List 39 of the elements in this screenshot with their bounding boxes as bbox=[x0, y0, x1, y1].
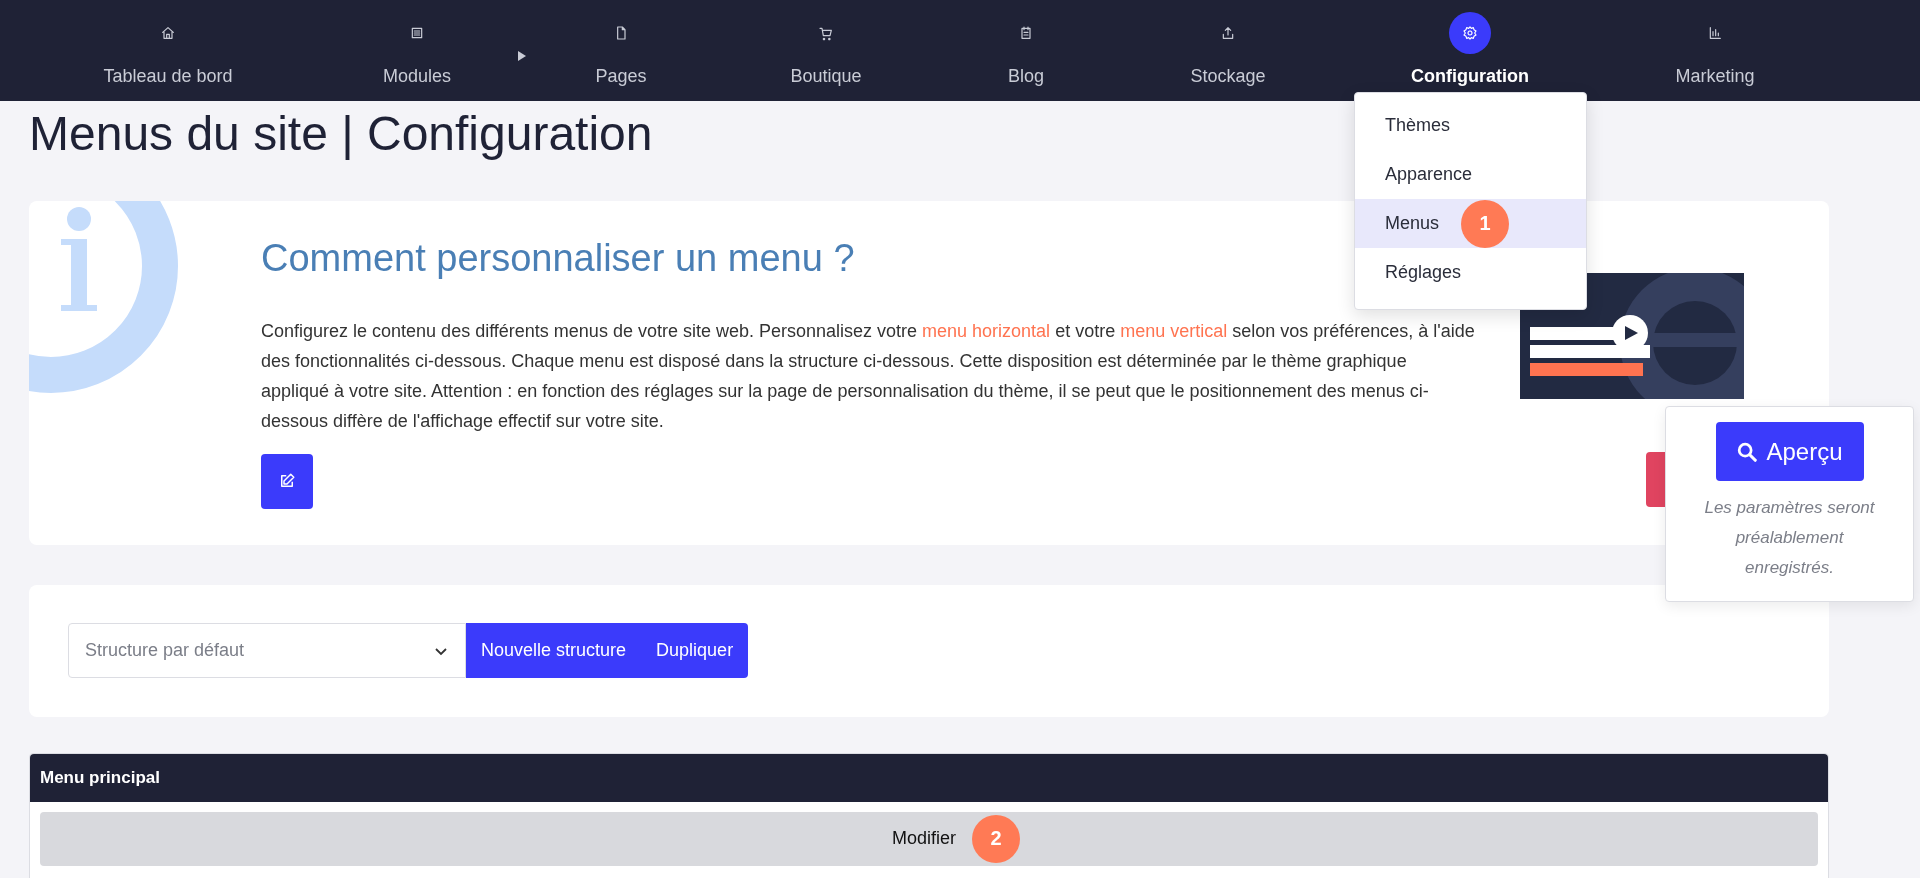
step-badge: 1 bbox=[1461, 199, 1510, 248]
nav-item[interactable]: Blog bbox=[999, 0, 1053, 103]
info-paragraph: Configurez le contenu des différents menus de votre site web. Personnalisez votre menu horizontal et votre menu vertical selon vos préférences, à l'aide des fonctionnalités ci-dessous. Chaque menu est disposé dans la structure ci-dessous. Cette disposition est déterminée par le thème graphique appliqué à votre site. Attention : en fonction des réglages sur la page de personnalisation du thème, il se peut que le positionnement des menus ci-dessous diffère de l'affichage effectif sur votre site. bbox=[261, 319, 1476, 433]
nav-item[interactable]: Marketing bbox=[1669, 0, 1761, 103]
nav-icon bbox=[1707, 25, 1723, 41]
structure-button[interactable]: Dupliquer bbox=[641, 623, 749, 679]
dropdown-item[interactable]: Apparence bbox=[1355, 150, 1586, 199]
nav-icon bbox=[409, 25, 425, 41]
nav-item[interactable]: Modules bbox=[376, 0, 457, 103]
nav-item[interactable]: Configuration bbox=[1405, 0, 1535, 103]
delete-button[interactable] bbox=[1646, 451, 1665, 507]
modify-button[interactable]: Modifier 2 bbox=[40, 811, 1818, 866]
nav-item[interactable]: Stockage bbox=[1184, 0, 1272, 103]
nav-icon bbox=[1018, 25, 1034, 41]
nav-icon bbox=[160, 25, 176, 41]
nav-icon bbox=[818, 25, 834, 41]
nav-icon bbox=[1462, 25, 1478, 41]
dropdown-item[interactable]: Thèmes bbox=[1355, 101, 1586, 150]
dropdown-item[interactable]: Menus 1 bbox=[1355, 199, 1586, 248]
info-title: Comment personnaliser un menu ? bbox=[261, 236, 855, 280]
nav-item[interactable]: Tableau de bord bbox=[97, 0, 239, 103]
dropdown-item[interactable]: Réglages bbox=[1355, 248, 1586, 297]
dropdown-label: Réglages bbox=[1385, 262, 1462, 283]
nav-item[interactable]: Pages bbox=[589, 0, 653, 103]
dropdown-label: Menus bbox=[1385, 213, 1440, 234]
search-icon bbox=[1736, 440, 1759, 463]
menu-panel-title: Menu principal bbox=[40, 767, 160, 788]
nav-item[interactable]: Boutique bbox=[784, 0, 868, 103]
preview-note: Les paramètres seront préalablement enregistrés. bbox=[1703, 497, 1876, 579]
page-title: Menus du site | Configuration bbox=[29, 106, 653, 162]
step-badge: 2 bbox=[972, 814, 1020, 863]
structure-select[interactable]: Structure par défaut bbox=[68, 623, 466, 679]
structure-button[interactable]: Nouvelle structure bbox=[466, 623, 642, 679]
edit-button[interactable] bbox=[261, 453, 313, 509]
dropdown-label: Thèmes bbox=[1385, 115, 1451, 136]
nav-icon bbox=[1220, 25, 1236, 41]
caret-icon bbox=[518, 51, 526, 61]
preview-button[interactable]: Aperçu bbox=[1715, 422, 1864, 481]
dropdown-label: Apparence bbox=[1385, 164, 1473, 185]
